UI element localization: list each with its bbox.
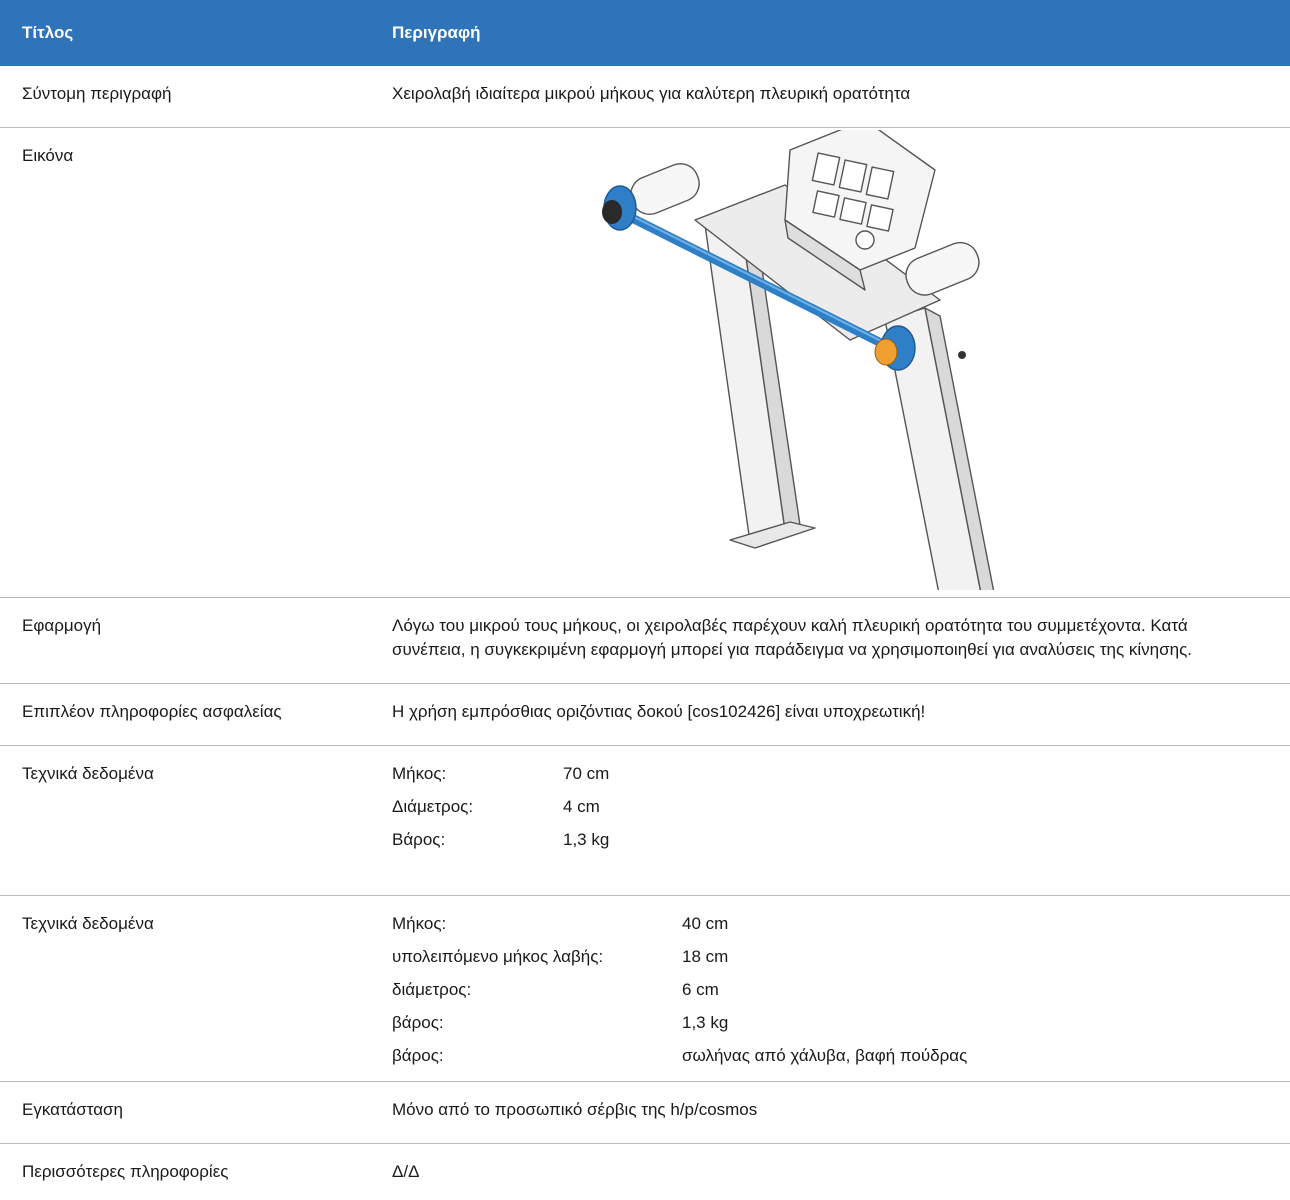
row-more-info: Περισσότερες πληροφορίες Δ/Δ bbox=[0, 1144, 1290, 1200]
row-label: Τεχνικά δεδομένα bbox=[22, 764, 154, 783]
row-label: Εικόνα bbox=[22, 146, 74, 165]
header-title: Τίτλος bbox=[22, 23, 74, 42]
spec-value: 18 cm bbox=[682, 947, 729, 966]
row-value: Δ/Δ bbox=[392, 1162, 420, 1181]
row-label: Εγκατάσταση bbox=[22, 1100, 124, 1119]
product-spec-table: Τίτλος Περιγραφή Σύντομη περιγραφή Χειρο… bbox=[0, 0, 1290, 1200]
spec-value: 70 cm bbox=[563, 764, 610, 783]
row-short-description: Σύντομη περιγραφή Χειρολαβή ιδιαίτερα μι… bbox=[0, 66, 1290, 128]
row-installation: Εγκατάσταση Μόνο από το προσωπικό σέρβις… bbox=[0, 1082, 1290, 1144]
row-value: Λόγω του μικρού τους μήκους, οι χειρολαβ… bbox=[392, 598, 1290, 683]
row-image: Εικόνα bbox=[0, 128, 1290, 598]
row-label: Τεχνικά δεδομένα bbox=[22, 914, 154, 933]
spec-key: βάρος: bbox=[392, 1013, 444, 1032]
row-label: Περισσότερες πληροφορίες bbox=[22, 1162, 229, 1181]
spec-value: 4 cm bbox=[563, 797, 600, 816]
spec-key: Μήκος: bbox=[392, 764, 447, 783]
application-line: συνέπεια, η συγκεκριμένη εφαρμογή μπορεί… bbox=[392, 640, 1192, 659]
spec-key: Διάμετρος: bbox=[392, 797, 474, 816]
handrail-product-image bbox=[602, 130, 995, 590]
row-safety-info: Επιπλέον πληροφορίες ασφαλείας Η χρήση ε… bbox=[0, 684, 1290, 746]
row-value: Χειρολαβή ιδιαίτερα μικρού μήκους για κα… bbox=[392, 84, 911, 103]
header-description: Περιγραφή bbox=[392, 23, 481, 42]
spec-value: 1,3 kg bbox=[563, 830, 610, 849]
table-header: Τίτλος Περιγραφή bbox=[0, 0, 1290, 66]
spec-list: Μήκος: 70 cm Διάμετρος: 4 cm Βάρος: 1,3 … bbox=[392, 757, 1270, 856]
row-technical-data: Τεχνικά δεδομένα Μήκος: 40 cm υπολειπόμε… bbox=[0, 896, 1290, 1082]
row-label: Σύντομη περιγραφή bbox=[22, 84, 172, 103]
row-technical-data: Τεχνικά δεδομένα Μήκος: 70 cm Διάμετρος:… bbox=[0, 746, 1290, 896]
row-label: Επιπλέον πληροφορίες ασφαλείας bbox=[22, 702, 282, 721]
spec-list: Μήκος: 40 cm υπολειπόμενο μήκος λαβής: 1… bbox=[392, 907, 1270, 1072]
row-value: Η χρήση εμπρόσθιας οριζόντιας δοκού [cos… bbox=[392, 702, 926, 721]
spec-key: Βάρος: bbox=[392, 830, 446, 849]
row-value: Μόνο από το προσωπικό σέρβις της h/p/cos… bbox=[392, 1100, 758, 1119]
spec-value: 1,3 kg bbox=[682, 1013, 729, 1032]
application-line: Λόγω του μικρού τους μήκους, οι χειρολαβ… bbox=[392, 616, 1188, 635]
spec-value: 6 cm bbox=[682, 980, 719, 999]
spec-key: διάμετρος: bbox=[392, 980, 472, 999]
spec-key: υπολειπόμενο μήκος λαβής: bbox=[392, 947, 604, 966]
spec-key: Μήκος: bbox=[392, 914, 447, 933]
spec-value: σωλήνας από χάλυβα, βαφή πούδρας bbox=[682, 1046, 968, 1065]
row-label: Εφαρμογή bbox=[22, 616, 102, 635]
spec-value: 40 cm bbox=[682, 914, 729, 933]
spec-key: βάρος: bbox=[392, 1046, 444, 1065]
row-application: Εφαρμογή Λόγω του μικρού τους μήκους, οι… bbox=[0, 598, 1290, 684]
